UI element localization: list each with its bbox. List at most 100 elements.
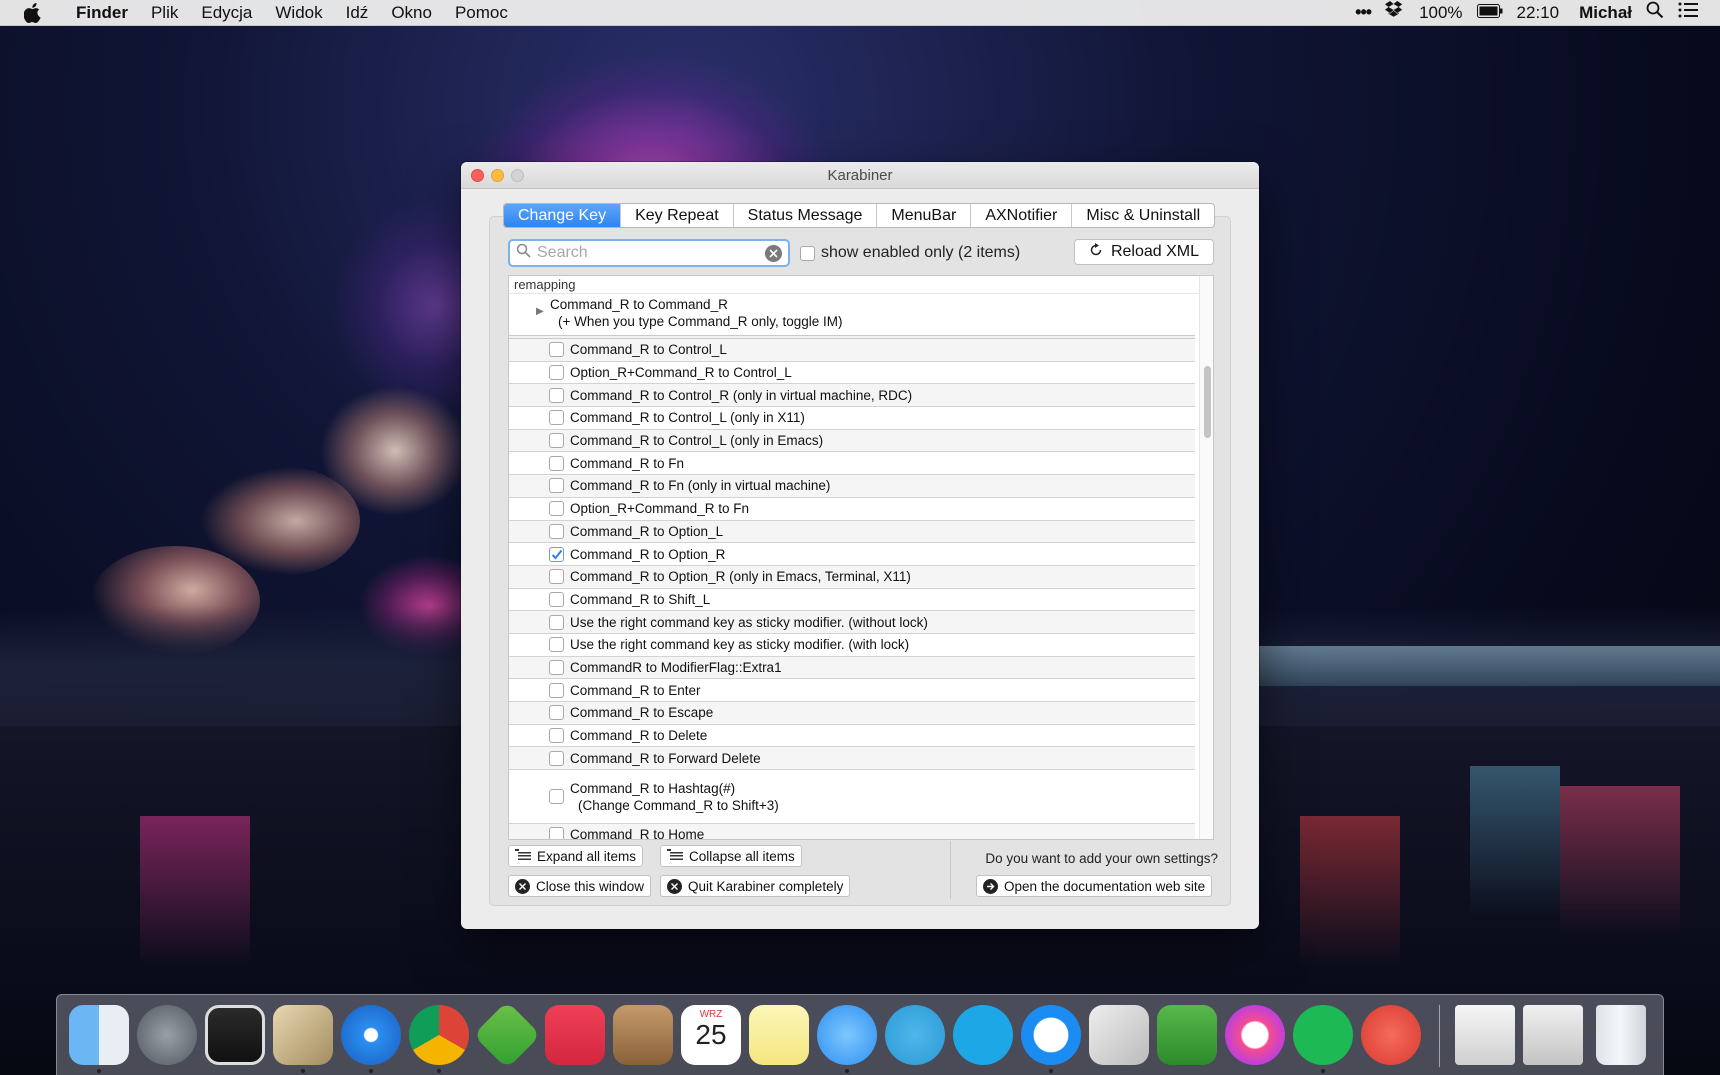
- more-icon[interactable]: •••: [1355, 2, 1372, 23]
- checkbox[interactable]: [549, 433, 564, 449]
- checkbox[interactable]: [549, 478, 564, 494]
- feedly-icon[interactable]: [473, 1001, 541, 1069]
- scroll-track[interactable]: [1199, 276, 1213, 839]
- menu-plik[interactable]: Plik: [151, 3, 178, 23]
- list-item[interactable]: Option_R+Command_R to Control_L: [509, 361, 1195, 385]
- list-item[interactable]: Command_R to Fn (only in virtual machine…: [509, 475, 1195, 498]
- list-item[interactable]: Command_R to Forward Delete: [509, 747, 1195, 771]
- checkbox[interactable]: [549, 365, 564, 381]
- tab-misc-uninstall[interactable]: Misc & Uninstall: [1072, 204, 1214, 227]
- search-input[interactable]: [537, 244, 765, 262]
- collapse-all-button[interactable]: Collapse all items: [660, 845, 802, 867]
- trash-icon[interactable]: [1596, 1005, 1646, 1065]
- list-item[interactable]: Command_R to Enter: [509, 679, 1195, 702]
- messenger-icon[interactable]: [1021, 1005, 1081, 1065]
- checkbox[interactable]: [549, 591, 564, 607]
- list-item[interactable]: Command_R to Control_L (only in Emacs): [509, 429, 1195, 453]
- menu-widok[interactable]: Widok: [275, 3, 322, 23]
- list-item[interactable]: Use the right command key as sticky modi…: [509, 633, 1195, 657]
- apple-icon[interactable]: [24, 2, 46, 23]
- disclosure-triangle-icon[interactable]: ▶: [536, 306, 548, 317]
- calendar-icon[interactable]: WRZ 25: [681, 1005, 741, 1065]
- itunes-icon[interactable]: [1225, 1005, 1285, 1065]
- list-item[interactable]: Command_R to Control_R (only in virtual …: [509, 384, 1195, 408]
- list-item[interactable]: Command_R to Hashtag(#) (Change Command_…: [509, 770, 1195, 825]
- scrollbar-thumb[interactable]: [1204, 366, 1211, 438]
- image-stack-icon[interactable]: [1455, 1005, 1515, 1065]
- notification-center-icon[interactable]: [1678, 2, 1698, 23]
- contacts-icon[interactable]: [613, 1005, 673, 1065]
- clear-search-icon[interactable]: [765, 244, 782, 262]
- checkbox[interactable]: [549, 728, 564, 744]
- close-window-icon[interactable]: [471, 169, 484, 182]
- list-item[interactable]: Command_R to Option_R (only in Emacs, Te…: [509, 565, 1195, 589]
- list-item[interactable]: Option_R+Command_R to Fn: [509, 497, 1195, 521]
- close-window-button[interactable]: Close this window: [508, 875, 652, 897]
- list-item[interactable]: Command_R to Shift_L: [509, 588, 1195, 612]
- checkbox[interactable]: [549, 614, 564, 630]
- clock[interactable]: 22:10: [1517, 3, 1560, 23]
- tab-menubar[interactable]: MenuBar: [877, 204, 972, 227]
- activity-icon[interactable]: [205, 1005, 265, 1065]
- safari-icon[interactable]: [341, 1005, 401, 1065]
- checkbox[interactable]: [549, 827, 564, 839]
- zoom-window-icon[interactable]: [511, 169, 524, 182]
- list-item[interactable]: Command_R to Option_R: [509, 543, 1195, 566]
- minimize-window-icon[interactable]: [491, 169, 504, 182]
- list-item[interactable]: Command_R to Delete: [509, 724, 1195, 748]
- finder-icon[interactable]: [69, 1005, 129, 1065]
- checkbox[interactable]: [549, 637, 564, 653]
- list-item[interactable]: Command_R to Escape: [509, 702, 1195, 725]
- checkbox[interactable]: [549, 569, 564, 585]
- reload-xml-button[interactable]: Reload XML: [1074, 239, 1214, 265]
- checkbox[interactable]: [549, 410, 564, 426]
- checkbox[interactable]: [549, 789, 564, 805]
- list-item[interactable]: Use the right command key as sticky modi…: [509, 611, 1195, 634]
- tab-axnotifier[interactable]: AXNotifier: [971, 204, 1073, 227]
- checkbox[interactable]: [549, 455, 564, 471]
- list-item[interactable]: Command_R to Control_L (only in X11): [509, 407, 1195, 430]
- user-name[interactable]: Michał: [1579, 3, 1632, 23]
- menu-okno[interactable]: Okno: [391, 3, 432, 23]
- checkbox[interactable]: [549, 546, 564, 562]
- menu-pomoc[interactable]: Pomoc: [455, 3, 508, 23]
- checkbox[interactable]: [800, 245, 815, 261]
- preview-photos-icon[interactable]: [1089, 1005, 1149, 1065]
- spotlight-icon[interactable]: [1646, 1, 1664, 24]
- checkbox[interactable]: [549, 682, 564, 698]
- remapping-list[interactable]: remapping ▶ Command_R to Command_R (+ Wh…: [508, 275, 1214, 840]
- checkbox[interactable]: [549, 750, 564, 766]
- skype-icon[interactable]: [953, 1005, 1013, 1065]
- chrome-icon[interactable]: [409, 1005, 469, 1065]
- show-enabled-checkbox[interactable]: show enabled only (2 items): [800, 244, 1020, 262]
- list-item[interactable]: Command_R to Control_L: [509, 339, 1195, 362]
- search-field[interactable]: [508, 239, 790, 267]
- dropbox-icon[interactable]: [1385, 1, 1405, 24]
- launchpad-icon[interactable]: [137, 1005, 197, 1065]
- checkbox[interactable]: [549, 523, 564, 539]
- quit-karabiner-button[interactable]: Quit Karabiner completely: [660, 875, 851, 897]
- menu-idz[interactable]: Idź: [346, 3, 369, 23]
- open-docs-button[interactable]: Open the documentation web site: [976, 875, 1213, 897]
- battery-icon[interactable]: [1476, 3, 1503, 23]
- list-item[interactable]: CommandR to ModifierFlag::Extra1: [509, 656, 1195, 680]
- checkbox[interactable]: [549, 501, 564, 517]
- telegram-icon[interactable]: [885, 1005, 945, 1065]
- expand-all-button[interactable]: Expand all items: [508, 845, 644, 867]
- documents-stack-icon[interactable]: [1523, 1005, 1583, 1065]
- checkbox[interactable]: [549, 342, 564, 358]
- list-item[interactable]: Command_R to Home: [509, 824, 1195, 839]
- tab-key-repeat[interactable]: Key Repeat: [621, 204, 734, 227]
- pocket-icon[interactable]: [545, 1005, 605, 1065]
- list-item[interactable]: Command_R to Fn: [509, 452, 1195, 476]
- tab-change-key[interactable]: Change Key: [504, 204, 622, 227]
- spotify-icon[interactable]: [1293, 1005, 1353, 1065]
- downloader-icon[interactable]: [1361, 1005, 1421, 1065]
- list-item[interactable]: Command_R to Option_L: [509, 520, 1195, 544]
- checkbox[interactable]: [549, 659, 564, 675]
- evernote-icon[interactable]: [1157, 1005, 1217, 1065]
- preview-icon[interactable]: [273, 1005, 333, 1065]
- messages-icon[interactable]: [817, 1005, 877, 1065]
- group-row[interactable]: ▶ Command_R to Command_R (+ When you typ…: [509, 294, 1195, 336]
- tab-status-message[interactable]: Status Message: [734, 204, 878, 227]
